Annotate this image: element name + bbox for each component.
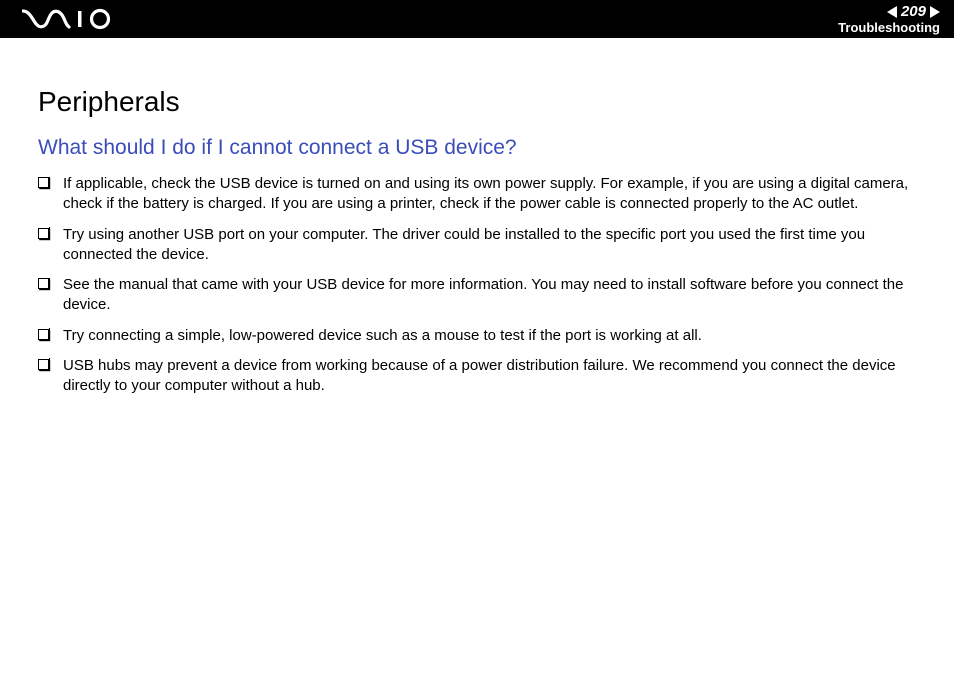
list-item: USB hubs may prevent a device from worki…	[38, 356, 916, 397]
bullet-icon	[38, 177, 49, 188]
list-item: See the manual that came with your USB d…	[38, 275, 916, 316]
page-number: 209	[901, 4, 926, 19]
page-nav: 209	[887, 4, 940, 19]
list-item: If applicable, check the USB device is t…	[38, 174, 916, 215]
list-item-text: If applicable, check the USB device is t…	[63, 174, 916, 215]
bullet-icon	[38, 329, 49, 340]
next-page-icon[interactable]	[930, 6, 940, 18]
question-heading: What should I do if I cannot connect a U…	[38, 136, 916, 160]
troubleshooting-list: If applicable, check the USB device is t…	[38, 174, 916, 396]
header-bar: 209 Troubleshooting	[0, 0, 954, 38]
content-area: Peripherals What should I do if I cannot…	[0, 38, 954, 396]
list-item-text: See the manual that came with your USB d…	[63, 275, 916, 316]
list-item: Try using another USB port on your compu…	[38, 225, 916, 266]
list-item: Try connecting a simple, low-powered dev…	[38, 326, 916, 346]
bullet-icon	[38, 278, 49, 289]
bullet-icon	[38, 228, 49, 239]
vaio-logo	[22, 0, 118, 38]
prev-page-icon[interactable]	[887, 6, 897, 18]
page-title: Peripherals	[38, 86, 916, 118]
list-item-text: USB hubs may prevent a device from worki…	[63, 356, 916, 397]
section-label: Troubleshooting	[838, 21, 940, 34]
bullet-icon	[38, 359, 49, 370]
header-right: 209 Troubleshooting	[838, 4, 940, 34]
list-item-text: Try connecting a simple, low-powered dev…	[63, 326, 916, 346]
list-item-text: Try using another USB port on your compu…	[63, 225, 916, 266]
